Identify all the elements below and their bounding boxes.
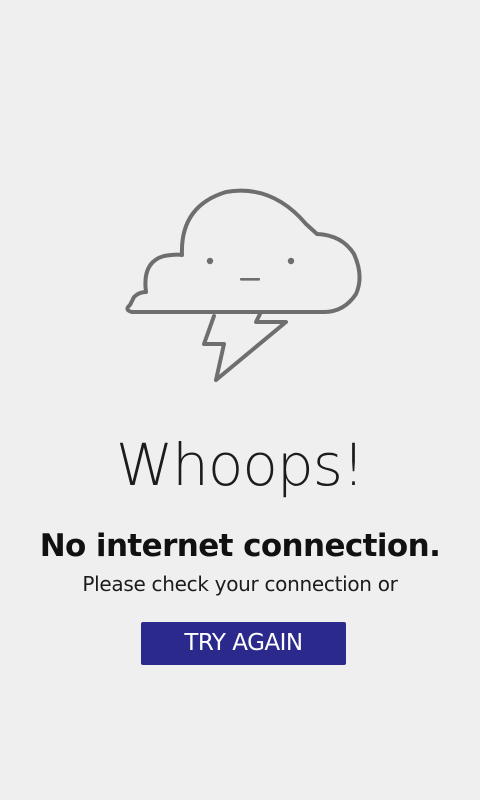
cloud-right-eye [287,257,295,265]
storm-cloud-icon [124,188,364,384]
error-subtitle: No internet connection. [39,528,441,564]
cloud-outline [125,188,362,314]
cloud-left-eye [206,257,214,265]
cloud-mouth [240,278,260,281]
error-hint: Please check your connection or [82,572,398,596]
error-title: Whoops! [115,431,365,499]
try-again-button[interactable]: TRY AGAIN [141,622,346,665]
lightning-bolt [202,312,288,382]
